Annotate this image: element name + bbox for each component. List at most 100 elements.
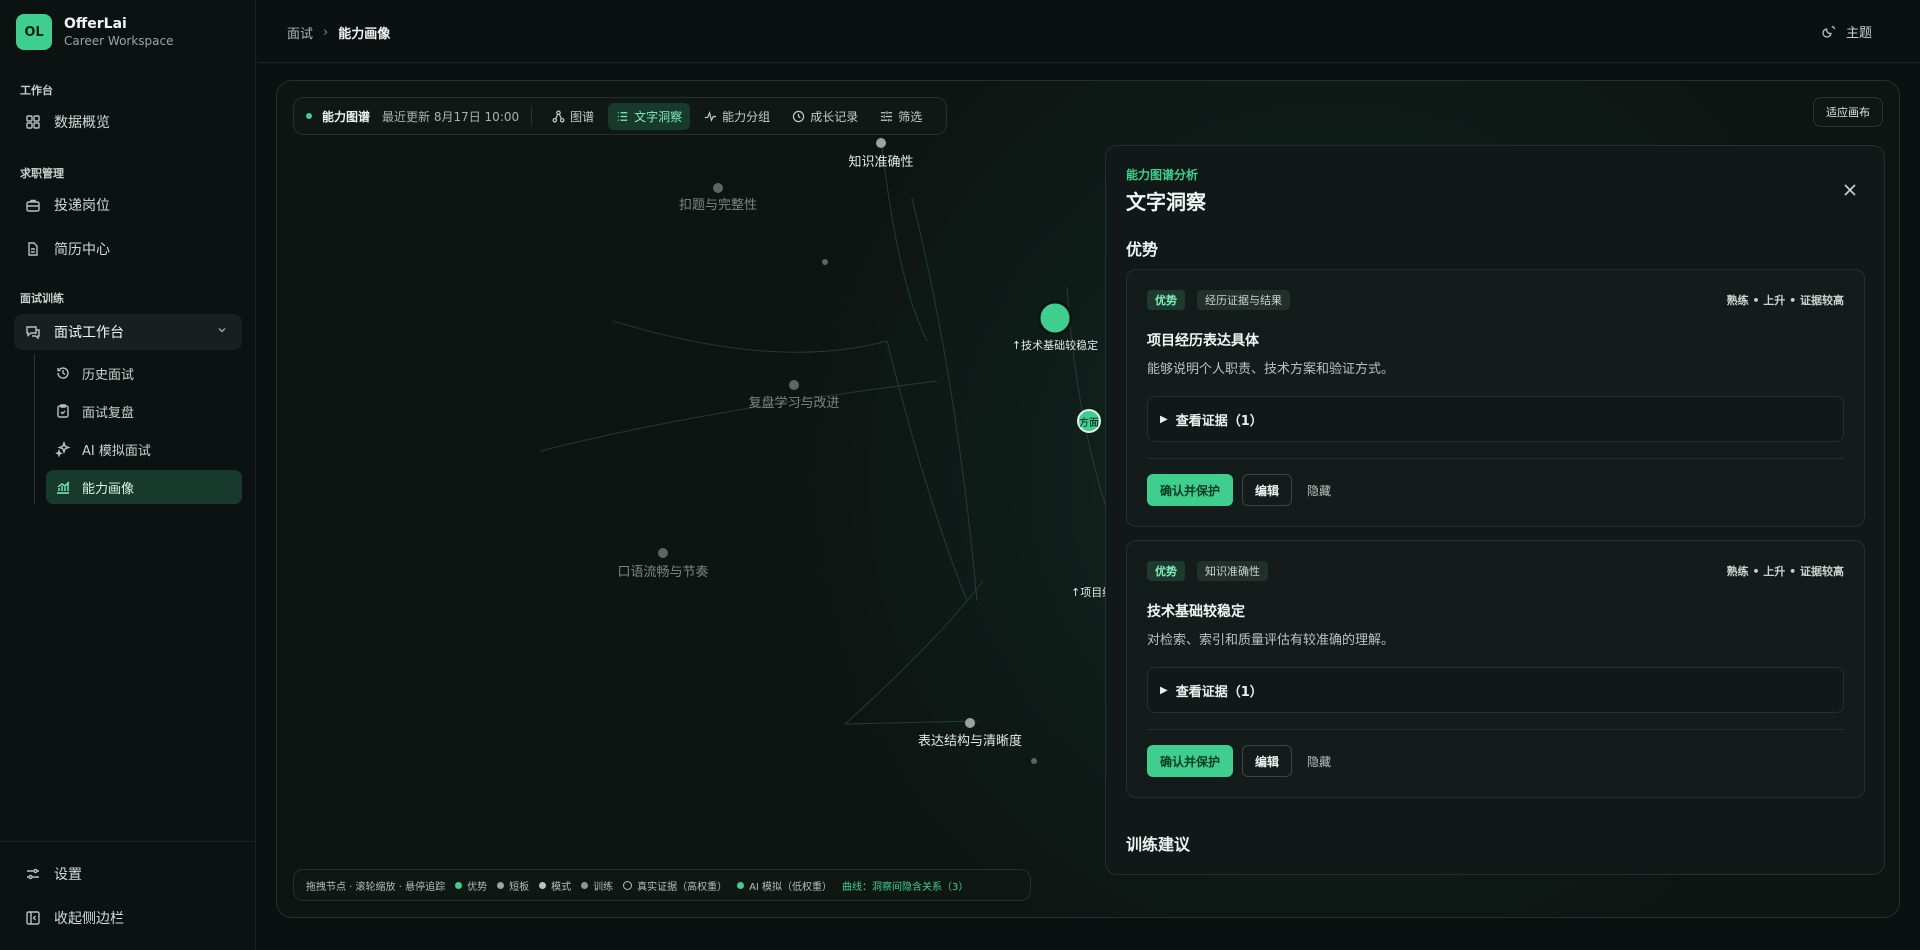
sub-nav-line <box>34 354 35 504</box>
breadcrumb-current: 能力画像 <box>338 27 391 42</box>
graph-node-label: 扣题与完整性 <box>679 198 757 213</box>
sidebar-subitem-ability-profile[interactable]: 能力画像 <box>46 470 242 504</box>
legend-item-weakness: 短板 <box>497 878 529 893</box>
graph-node[interactable] <box>658 548 668 558</box>
tab-label: 文字洞察 <box>634 109 683 124</box>
collapse-sidebar-button[interactable]: 收起侧边栏 <box>14 900 242 936</box>
confirm-protect-button[interactable]: 确认并保护 <box>1147 745 1234 777</box>
legend-label: 模式 <box>551 881 572 893</box>
settings-button[interactable]: 设置 <box>14 856 242 892</box>
fit-canvas-button[interactable]: 适应画布 <box>1813 97 1883 127</box>
sidebar-item-applications[interactable]: 投递岗位 <box>14 187 242 223</box>
tab-label: 图谱 <box>570 109 595 124</box>
graph-node-label: 表达结构与清晰度 <box>918 733 1022 749</box>
history-icon <box>54 364 72 382</box>
breadcrumb-parent[interactable]: 面试 <box>287 23 313 42</box>
brand[interactable]: OL OfferLai Career Workspace <box>16 14 174 50</box>
hide-button[interactable]: 隐藏 <box>1307 745 1331 777</box>
view-evidence-toggle[interactable]: ▶ 查看证据（1） <box>1147 396 1844 442</box>
topbar: 面试 › 能力画像 主题 <box>257 0 1920 63</box>
list-icon <box>618 111 628 121</box>
graph-node[interactable] <box>876 138 886 148</box>
sidebar-group-interview-workspace[interactable]: 面试工作台 <box>14 314 242 350</box>
confirm-protect-button[interactable]: 确认并保护 <box>1147 474 1234 506</box>
close-icon[interactable] <box>1840 180 1860 200</box>
divider <box>1147 458 1844 459</box>
triangle-right-icon: ▶ <box>1160 684 1168 696</box>
brand-name: OfferLai <box>64 16 127 32</box>
view-evidence-toggle[interactable]: ▶ 查看证据（1） <box>1147 667 1844 713</box>
graph-node[interactable] <box>1031 758 1037 764</box>
sidebar-item-label: 简历中心 <box>54 242 110 258</box>
card-title: 技术基础较稳定 <box>1147 604 1245 620</box>
clock-icon <box>792 110 805 122</box>
sun-moon-icon <box>1820 23 1838 41</box>
card-description: 能够说明个人职责、技术方案和验证方式。 <box>1147 362 1395 377</box>
legend-label: 训练 <box>593 881 614 893</box>
nav-section-workspace: 工作台 <box>20 84 53 97</box>
tab-text-insight[interactable]: 文字洞察 <box>608 102 691 130</box>
tab-ability-groups[interactable]: 能力分组 <box>696 103 778 130</box>
tab-growth-record[interactable]: 成长记录 <box>784 103 866 130</box>
legend-label: 优势 <box>467 881 488 893</box>
legend-dot <box>497 881 505 889</box>
clipboard-icon <box>54 402 72 420</box>
legend-dot <box>539 881 547 889</box>
edit-button[interactable]: 编辑 <box>1242 745 1292 777</box>
ability-graph-panel: 知识准确性 扣题与完整性 ↑技术基础较稳定 复盘学习与改进 方面 口语流畅与节奏… <box>276 80 1900 918</box>
graph-node[interactable] <box>713 183 723 193</box>
legend-ring <box>623 880 633 890</box>
evidence-label: 查看证据（1） <box>1175 684 1263 700</box>
sidebar-subitem-ai-mock[interactable]: AI 模拟面试 <box>46 432 242 466</box>
sidebar-item-overview[interactable]: 数据概览 <box>14 104 242 140</box>
graph-node-label: 复盘学习与改进 <box>748 395 839 411</box>
tab-filter[interactable]: 筛选 <box>872 103 930 130</box>
legend-dot <box>581 881 589 889</box>
legend-dot <box>737 881 745 889</box>
card-description: 对检索、索引和质量评估有较准确的理解。 <box>1147 633 1395 648</box>
graph-node-label: 方面 <box>1079 416 1099 429</box>
insight-drawer: 能力图谱分析 文字洞察 优势 优势 经历证据与结果 熟练 • 上升 • 证据较高… <box>1105 145 1885 875</box>
legend-label: 真实证据（高权重） <box>637 881 728 893</box>
tab-graph[interactable]: 图谱 <box>544 103 602 130</box>
legend-label: AI 模拟（低权重） <box>749 881 833 893</box>
last-updated: 最近更新 8月17日 10:00 <box>382 109 520 124</box>
insight-card: 优势 知识准确性 熟练 • 上升 • 证据较高 技术基础较稳定 对检索、索引和质… <box>1126 540 1865 798</box>
pulse-icon <box>705 110 717 122</box>
chevron-right-icon: › <box>323 25 329 40</box>
sidebar-item-resume[interactable]: 简历中心 <box>14 231 242 267</box>
tab-label: 筛选 <box>898 109 923 124</box>
graph-node-label: 口语流畅与节奏 <box>617 565 708 580</box>
graph-node-strength[interactable] <box>1037 300 1073 336</box>
legend-item-training: 训练 <box>581 878 613 893</box>
section-strengths-title: 优势 <box>1126 240 1159 259</box>
tab-label: 能力分组 <box>722 109 771 124</box>
sidebar-subitem-history[interactable]: 历史面试 <box>46 356 242 390</box>
sparkle-icon <box>54 440 72 458</box>
chevron-down-icon <box>216 324 228 340</box>
graph-node[interactable] <box>822 259 828 265</box>
filter-icon <box>881 110 893 122</box>
hide-button[interactable]: 隐藏 <box>1307 474 1331 506</box>
legend-item-ai-mock: AI 模拟（低权重） <box>737 878 832 893</box>
card-meta: 熟练 • 上升 • 证据较高 <box>1726 565 1844 578</box>
evidence-label: 查看证据（1） <box>1175 413 1263 429</box>
graph-edges <box>540 137 1126 725</box>
sidebar-item-label: 数据概览 <box>54 115 110 131</box>
theme-toggle-button[interactable]: 主题 <box>1820 22 1872 41</box>
collapse-label: 收起侧边栏 <box>54 911 124 927</box>
tag-category: 知识准确性 <box>1197 561 1268 581</box>
graph-node[interactable] <box>789 380 799 390</box>
card-meta: 熟练 • 上升 • 证据较高 <box>1726 294 1844 307</box>
breadcrumb: 面试 › 能力画像 <box>287 23 390 42</box>
tag-strength: 优势 <box>1147 561 1185 581</box>
nav-section-job: 求职管理 <box>20 167 64 180</box>
tag-category: 经历证据与结果 <box>1197 290 1290 310</box>
toolbar-divider <box>531 107 533 125</box>
graph-node[interactable] <box>965 718 975 728</box>
sidebar: OL OfferLai Career Workspace 工作台 数据概览 求职… <box>0 0 256 950</box>
sidebar-group-label: 面试工作台 <box>54 325 124 341</box>
sidebar-subitem-label: 历史面试 <box>82 367 135 383</box>
edit-button[interactable]: 编辑 <box>1242 474 1292 506</box>
sidebar-subitem-review[interactable]: 面试复盘 <box>46 394 242 428</box>
